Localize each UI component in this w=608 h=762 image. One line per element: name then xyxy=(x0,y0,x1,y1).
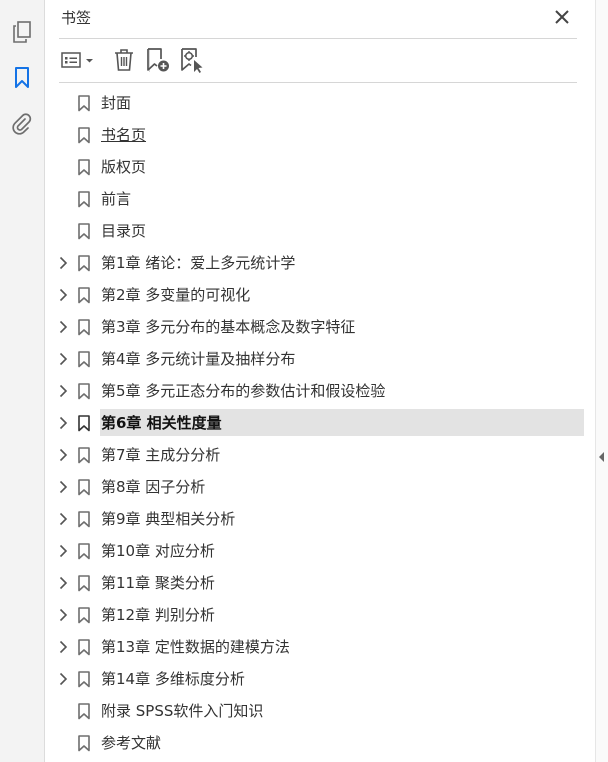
bookmark-tree: 封面书名页版权页前言目录页第1章 绪论：爱上多元统计学 第2章 多变量的可视化第3… xyxy=(45,89,595,761)
bookmark-icon xyxy=(77,447,91,464)
bookmark-icon xyxy=(77,383,91,400)
chevron-right-icon[interactable] xyxy=(57,448,69,462)
bookmark-icon xyxy=(77,255,91,272)
bookmark-label: 附录 SPSS软件入门知识 xyxy=(101,702,264,720)
bookmark-label: 第11章 聚类分析 xyxy=(101,574,215,592)
bookmark-item[interactable]: 版权页 xyxy=(45,153,595,185)
bookmark-icon xyxy=(77,223,91,240)
bookmark-item[interactable]: 第10章 对应分析 xyxy=(45,537,595,569)
bookmark-icon xyxy=(77,639,91,656)
chevron-right-icon[interactable] xyxy=(57,608,69,622)
bookmark-label: 第1章 绪论：爱上多元统计学 xyxy=(101,254,296,272)
delete-bookmark-icon[interactable] xyxy=(111,46,137,74)
bookmark-icon xyxy=(77,159,91,176)
chevron-right-icon[interactable] xyxy=(57,416,69,430)
bookmark-label: 第3章 多元分布的基本概念及数字特征 xyxy=(101,318,356,336)
bookmarks-panel: 书签 封面 书名页 版权页 前言 目录页 第1章 绪论：爱上多元统计学 第2章 … xyxy=(45,0,595,762)
chevron-right-icon[interactable] xyxy=(57,352,69,366)
pages-icon[interactable] xyxy=(8,18,36,46)
bookmark-icon xyxy=(77,575,91,592)
navigation-rail xyxy=(0,0,45,762)
bookmark-icon xyxy=(77,415,91,432)
bookmark-icon xyxy=(77,479,91,496)
bookmark-item[interactable]: 第7章 主成分分析 xyxy=(45,441,595,473)
bookmark-icon xyxy=(77,319,91,336)
bookmark-item[interactable]: 第9章 典型相关分析 xyxy=(45,505,595,537)
bookmark-label: 封面 xyxy=(101,94,132,112)
chevron-right-icon[interactable] xyxy=(57,640,69,654)
bookmark-icon[interactable] xyxy=(8,64,36,92)
new-bookmark-icon[interactable] xyxy=(145,46,171,74)
chevron-right-icon[interactable] xyxy=(57,512,69,526)
bookmark-label: 第13章 定性数据的建模方法 xyxy=(101,638,290,656)
bookmark-icon xyxy=(77,543,91,560)
bookmark-item[interactable]: 第3章 多元分布的基本概念及数字特征 xyxy=(45,313,595,345)
chevron-right-icon[interactable] xyxy=(57,256,69,270)
new-bookmark-from-structure-icon[interactable] xyxy=(179,46,205,74)
bookmark-label: 目录页 xyxy=(101,222,147,240)
bookmark-item[interactable]: 附录 SPSS软件入门知识 xyxy=(45,697,595,729)
bookmark-item[interactable]: 第12章 判别分析 xyxy=(45,601,595,633)
divider xyxy=(59,82,577,83)
chevron-right-icon[interactable] xyxy=(57,288,69,302)
bookmark-label: 第7章 主成分分析 xyxy=(101,446,221,464)
bookmark-label: 第6章 相关性度量 xyxy=(101,414,222,432)
chevron-right-icon[interactable] xyxy=(57,576,69,590)
bookmark-icon xyxy=(77,191,91,208)
bookmark-label: 第10章 对应分析 xyxy=(101,542,215,560)
bookmark-item[interactable]: 书名页 xyxy=(45,121,595,153)
bookmark-item[interactable]: 第1章 绪论：爱上多元统计学 xyxy=(45,249,595,281)
collapse-arrow-icon[interactable] xyxy=(598,448,606,467)
bookmark-item[interactable]: 第2章 多变量的可视化 xyxy=(45,281,595,313)
bookmark-label: 第8章 因子分析 xyxy=(101,478,206,496)
panel-title: 书签 xyxy=(61,9,92,27)
chevron-right-icon[interactable] xyxy=(57,672,69,686)
bookmark-icon xyxy=(77,127,91,144)
panel-resize-handle[interactable] xyxy=(595,0,608,762)
bookmark-label: 第14章 多维标度分析 xyxy=(101,670,245,688)
bookmark-label: 第4章 多元统计量及抽样分布 xyxy=(101,350,296,368)
bookmark-icon xyxy=(77,735,91,752)
bookmark-item[interactable]: 第14章 多维标度分析 xyxy=(45,665,595,697)
chevron-right-icon[interactable] xyxy=(57,320,69,334)
bookmark-item[interactable]: 第11章 聚类分析 xyxy=(45,569,595,601)
bookmark-label: 版权页 xyxy=(101,158,147,176)
bookmark-item[interactable]: 参考文献 xyxy=(45,729,595,761)
bookmark-label: 第2章 多变量的可视化 xyxy=(101,286,251,304)
bookmark-item[interactable]: 目录页 xyxy=(45,217,595,249)
chevron-right-icon[interactable] xyxy=(57,544,69,558)
bookmark-icon xyxy=(77,671,91,688)
close-icon[interactable] xyxy=(551,6,573,28)
bookmark-label: 参考文献 xyxy=(101,734,162,752)
bookmark-icon xyxy=(77,287,91,304)
chevron-right-icon[interactable] xyxy=(57,384,69,398)
bookmark-icon xyxy=(77,703,91,720)
bookmark-item[interactable]: 前言 xyxy=(45,185,595,217)
bookmark-label: 书名页 xyxy=(101,126,147,144)
bookmark-item[interactable]: 第8章 因子分析 xyxy=(45,473,595,505)
bookmark-icon xyxy=(77,95,91,112)
options-menu-icon[interactable] xyxy=(59,46,97,74)
bookmark-icon xyxy=(77,607,91,624)
bookmark-item[interactable]: 第5章 多元正态分布的参数估计和假设检验 xyxy=(45,377,595,409)
bookmark-item[interactable]: 封面 xyxy=(45,89,595,121)
bookmark-icon xyxy=(77,351,91,368)
bookmark-label: 前言 xyxy=(101,190,132,208)
attachment-icon[interactable] xyxy=(8,110,36,138)
bookmark-item[interactable]: 第6章 相关性度量 xyxy=(45,409,595,441)
bookmark-item[interactable]: 第13章 定性数据的建模方法 xyxy=(45,633,595,665)
bookmark-label: 第5章 多元正态分布的参数估计和假设检验 xyxy=(101,382,386,400)
bookmark-label: 第12章 判别分析 xyxy=(101,606,215,624)
bookmark-icon xyxy=(77,511,91,528)
bookmark-label: 第9章 典型相关分析 xyxy=(101,510,236,528)
bookmark-item[interactable]: 第4章 多元统计量及抽样分布 xyxy=(45,345,595,377)
divider xyxy=(59,38,577,39)
chevron-right-icon[interactable] xyxy=(57,480,69,494)
